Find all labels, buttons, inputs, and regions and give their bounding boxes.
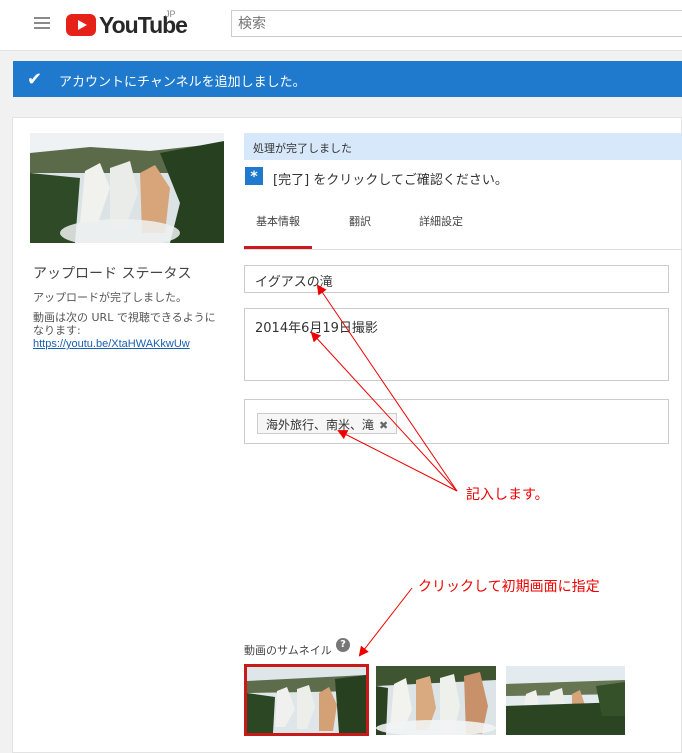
confirm-instruction: [完了] をクリックしてご確認ください。 [273,173,508,188]
tag-chip-label: 海外旅行、南米、滝 [266,418,375,432]
info-star-icon: * [245,167,263,185]
top-bar: YouTube JP [0,0,682,51]
hamburger-menu-icon[interactable] [34,17,50,31]
channel-added-notice: ✔ アカウントにチャンネルを追加しました。 [13,61,682,97]
fill-in-annotation: 記入します。 [466,487,549,503]
search-input[interactable] [231,10,682,37]
video-preview-thumbnail [30,133,224,243]
thumbnail-option-2[interactable] [376,666,496,735]
remove-tag-icon[interactable]: ✖ [379,419,388,432]
processing-banner: 処理が完了しました [244,133,682,160]
click-annotation: クリックして初期画面に指定 [418,579,600,595]
thumbnail-label: 動画のサムネイル [244,644,332,657]
video-url-label: 動画は次の URL で視聴できるようになります: [33,311,216,337]
notice-message: アカウントにチャンネルを追加しました。 [59,75,306,90]
thumbnail-option-3[interactable] [506,666,625,735]
checkmark-icon: ✔ [27,69,43,90]
title-field[interactable]: イグアスの滝 [244,265,669,293]
tag-chip: 海外旅行、南米、滝 ✖ [257,413,398,434]
play-logo-icon [66,14,96,36]
help-icon[interactable]: ? [336,638,350,652]
tab-basic-info[interactable]: 基本情報 [244,213,312,249]
details-tabs: 基本情報 翻訳 詳細設定 [244,203,682,250]
video-url-link[interactable]: https://youtu.be/XtaHWAKkwUw [33,338,190,350]
upload-complete-text: アップロードが完了しました。 [33,291,187,304]
region-label: JP [165,9,176,19]
tab-advanced-settings[interactable]: 詳細設定 [419,213,463,229]
description-field[interactable]: 2014年6月19日撮影 [244,308,669,381]
tab-translation[interactable]: 翻訳 [349,213,371,229]
upload-status-title: アップロード ステータス [33,266,192,282]
thumbnail-option-1[interactable] [244,664,369,736]
